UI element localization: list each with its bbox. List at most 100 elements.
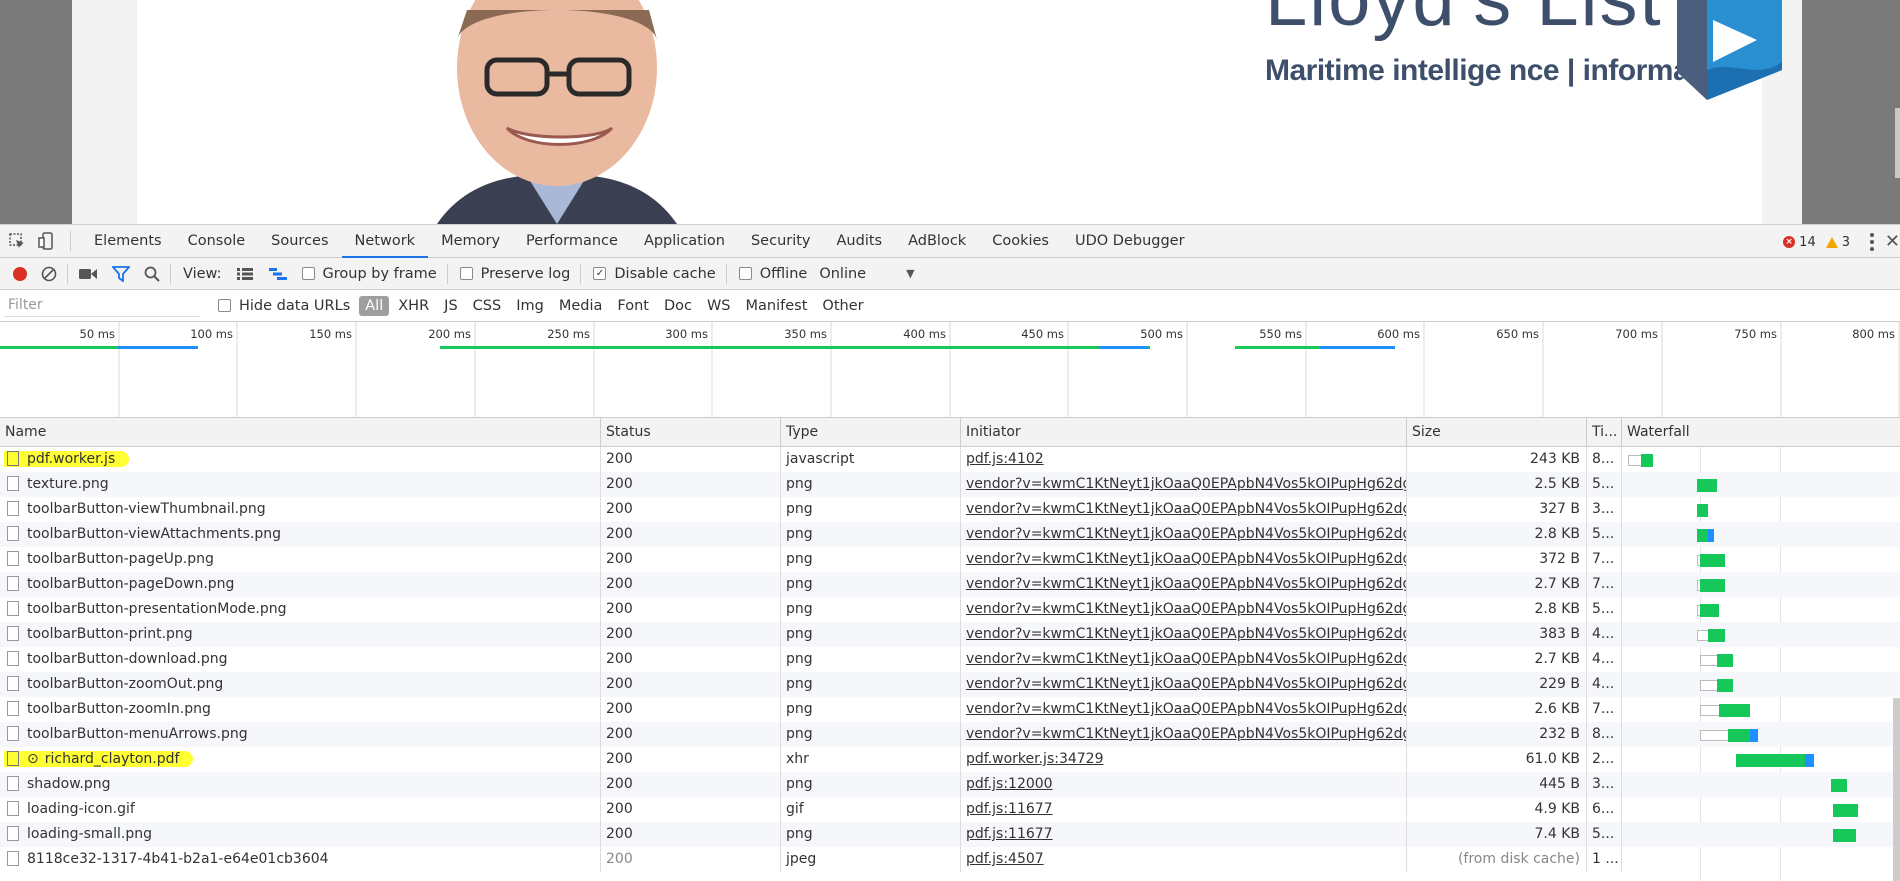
checkbox-box[interactable]: [738, 267, 752, 280]
table-row[interactable]: toolbarButton-zoomOut.png 200 png vendor?v=…: [0, 672, 1900, 697]
search-icon[interactable]: [144, 266, 160, 282]
filter-type-other[interactable]: Other: [816, 296, 869, 316]
initiator-link[interactable]: pdf.js:4507: [966, 851, 1044, 867]
device-toolbar-icon[interactable]: [34, 228, 60, 254]
initiator-link[interactable]: pdf.js:11677: [966, 801, 1053, 817]
initiator-link[interactable]: vendor?v=kwmC1KtNeyt1jkOaaQ0EPApbN4Vos5k…: [966, 601, 1406, 617]
tab-udo-debugger[interactable]: UDO Debugger: [1062, 224, 1198, 258]
table-row[interactable]: toolbarButton-download.png 200 png vendor?v…: [0, 647, 1900, 672]
throttling-select[interactable]: Online ▼: [819, 266, 914, 282]
cell-name[interactable]: loading-small.png: [0, 822, 601, 847]
cell-name[interactable]: toolbarButton-pageUp.png: [0, 547, 601, 572]
table-row[interactable]: texture.png 200 png vendor?v=kwmC1KtNeyt1jk…: [0, 472, 1900, 497]
column-header-name[interactable]: Name: [0, 418, 601, 447]
overview-timeline[interactable]: 50 ms 100 ms 150 ms 200 ms 250 ms 300 ms 350 m…: [0, 322, 1900, 418]
cell-name[interactable]: pdf.worker.js: [0, 447, 601, 472]
filter-type-css[interactable]: CSS: [467, 296, 508, 316]
tab-memory[interactable]: Memory: [428, 224, 513, 258]
table-row[interactable]: toolbarButton-pageDown.png 200 png vendor?v…: [0, 572, 1900, 597]
checkbox-box[interactable]: [459, 267, 473, 280]
waterfall-view-icon[interactable]: [268, 267, 288, 281]
filter-icon[interactable]: [112, 265, 130, 282]
initiator-link[interactable]: vendor?v=kwmC1KtNeyt1jkOaaQ0EPApbN4Vos5k…: [966, 501, 1406, 517]
checkbox-box[interactable]: [218, 299, 231, 312]
clear-icon[interactable]: [41, 266, 57, 282]
tab-sources[interactable]: Sources: [258, 224, 341, 258]
table-row[interactable]: toolbarButton-menuArrows.png 200 png vendor…: [0, 722, 1900, 747]
cell-name[interactable]: toolbarButton-menuArrows.png: [0, 722, 601, 747]
column-header-waterfall[interactable]: Waterfall: [1622, 418, 1900, 447]
inspect-element-icon[interactable]: [4, 228, 30, 254]
filter-type-font[interactable]: Font: [611, 296, 655, 316]
cell-name[interactable]: toolbarButton-presentationMode.png: [0, 597, 601, 622]
cell-name[interactable]: texture.png: [0, 472, 601, 497]
more-options-icon[interactable]: [1870, 233, 1874, 251]
table-row[interactable]: loading-small.png 200 png pdf.js:11677 7.4 K…: [0, 822, 1900, 847]
filter-type-js[interactable]: JS: [438, 296, 463, 316]
tab-elements[interactable]: Elements: [81, 224, 175, 258]
group-by-frame-checkbox[interactable]: Group by frame: [301, 266, 437, 282]
initiator-link[interactable]: pdf.js:11677: [966, 826, 1053, 842]
tab-network[interactable]: Network: [341, 224, 429, 258]
cell-name[interactable]: toolbarButton-zoomIn.png: [0, 697, 601, 722]
column-header-initiator[interactable]: Initiator: [961, 418, 1407, 447]
cell-name[interactable]: 8118ce32-1317-4b41-b2a1-e64e01cb3604: [0, 847, 601, 872]
cell-name[interactable]: toolbarButton-viewThumbnail.png: [0, 497, 601, 522]
initiator-link[interactable]: vendor?v=kwmC1KtNeyt1jkOaaQ0EPApbN4Vos5k…: [966, 576, 1406, 592]
table-row[interactable]: toolbarButton-presentationMode.png 200 png…: [0, 597, 1900, 622]
table-row[interactable]: toolbarButton-pageUp.png 200 png vendor?v=k…: [0, 547, 1900, 572]
initiator-link[interactable]: vendor?v=kwmC1KtNeyt1jkOaaQ0EPApbN4Vos5k…: [966, 676, 1406, 692]
table-row[interactable]: toolbarButton-viewAttachments.png 200 png v…: [0, 522, 1900, 547]
tab-console[interactable]: Console: [175, 224, 259, 258]
cell-name[interactable]: toolbarButton-download.png: [0, 647, 601, 672]
tab-cookies[interactable]: Cookies: [979, 224, 1062, 258]
offline-checkbox[interactable]: Offline: [738, 266, 807, 282]
page-scrollbar[interactable]: [1895, 108, 1900, 178]
checkbox-checked[interactable]: ✓: [593, 267, 607, 280]
column-header-time[interactable]: Ti...: [1587, 418, 1622, 447]
filter-type-doc[interactable]: Doc: [658, 296, 698, 316]
tab-performance[interactable]: Performance: [513, 224, 631, 258]
table-row[interactable]: toolbarButton-print.png 200 png vendor?v=kw…: [0, 622, 1900, 647]
column-header-size[interactable]: Size: [1407, 418, 1587, 447]
checkbox-box[interactable]: [301, 267, 315, 280]
hide-data-urls-checkbox[interactable]: Hide data URLs: [218, 298, 350, 314]
cell-name[interactable]: loading-icon.gif: [0, 797, 601, 822]
table-row[interactable]: loading-icon.gif 200 gif pdf.js:11677 4.9 KB…: [0, 797, 1900, 822]
cell-name[interactable]: shadow.png: [0, 772, 601, 797]
preserve-log-checkbox[interactable]: Preserve log: [459, 266, 570, 282]
filter-type-manifest[interactable]: Manifest: [740, 296, 814, 316]
column-header-status[interactable]: Status: [601, 418, 781, 447]
initiator-link[interactable]: vendor?v=kwmC1KtNeyt1jkOaaQ0EPApbN4Vos5k…: [966, 526, 1406, 542]
filter-type-media[interactable]: Media: [553, 296, 609, 316]
large-rows-icon[interactable]: [236, 267, 254, 281]
initiator-link[interactable]: vendor?v=kwmC1KtNeyt1jkOaaQ0EPApbN4Vos5k…: [966, 701, 1406, 717]
filter-type-ws[interactable]: WS: [701, 296, 737, 316]
record-icon[interactable]: [13, 266, 27, 281]
initiator-link[interactable]: vendor?v=kwmC1KtNeyt1jkOaaQ0EPApbN4Vos5k…: [966, 726, 1406, 742]
cell-name[interactable]: toolbarButton-pageDown.png: [0, 572, 601, 597]
cell-name[interactable]: ⊙ richard_clayton.pdf: [0, 747, 601, 772]
disable-cache-checkbox[interactable]: ✓ Disable cache: [593, 266, 716, 282]
cell-name[interactable]: toolbarButton-zoomOut.png: [0, 672, 601, 697]
table-row[interactable]: 8118ce32-1317-4b41-b2a1-e64e01cb3604 200 j…: [0, 847, 1900, 872]
tab-adblock[interactable]: AdBlock: [895, 224, 979, 258]
filter-input[interactable]: [4, 294, 200, 317]
screenshot-camera-icon[interactable]: [78, 267, 98, 281]
console-counts[interactable]: × 14 3: [1783, 225, 1850, 259]
initiator-link[interactable]: vendor?v=kwmC1KtNeyt1jkOaaQ0EPApbN4Vos5k…: [966, 626, 1406, 642]
initiator-link[interactable]: pdf.worker.js:34729: [966, 751, 1103, 767]
tab-security[interactable]: Security: [738, 224, 824, 258]
initiator-link[interactable]: vendor?v=kwmC1KtNeyt1jkOaaQ0EPApbN4Vos5k…: [966, 476, 1406, 492]
filter-type-all[interactable]: All: [359, 295, 390, 316]
column-header-type[interactable]: Type: [781, 418, 961, 447]
initiator-link[interactable]: pdf.js:4102: [966, 451, 1044, 467]
close-icon[interactable]: ✕: [1885, 231, 1900, 252]
table-row[interactable]: toolbarButton-viewThumbnail.png 200 png ven…: [0, 497, 1900, 522]
tab-application[interactable]: Application: [631, 224, 738, 258]
filter-type-img[interactable]: Img: [510, 296, 550, 316]
table-row[interactable]: ⊙ richard_clayton.pdf 200 xhr pdf.worker.js:…: [0, 747, 1900, 772]
table-row[interactable]: toolbarButton-zoomIn.png 200 png vendor?v=k…: [0, 697, 1900, 722]
table-row[interactable]: shadow.png 200 png pdf.js:12000 445 B 3...: [0, 772, 1900, 797]
filter-type-xhr[interactable]: XHR: [392, 296, 435, 316]
